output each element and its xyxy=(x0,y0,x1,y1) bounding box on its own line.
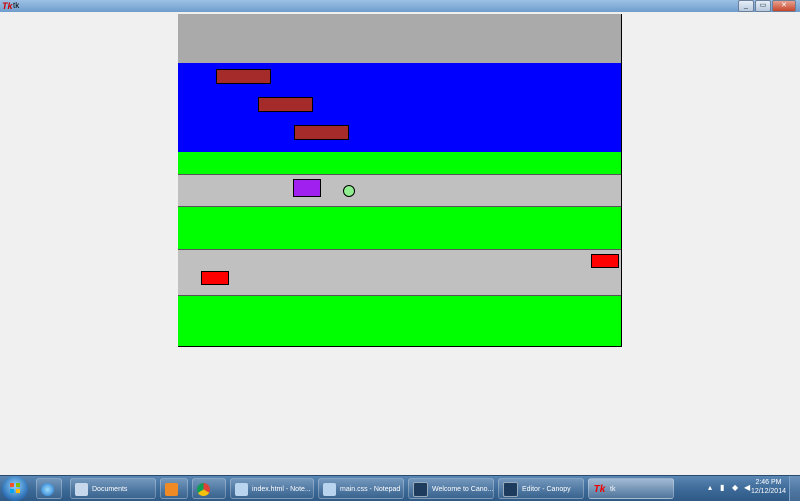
notepad-icon xyxy=(323,482,336,496)
red-car-2 xyxy=(201,271,229,285)
log-1 xyxy=(216,69,271,84)
canopy-icon xyxy=(413,481,428,497)
network-icon[interactable]: ▮ xyxy=(720,484,728,492)
taskbar: Documents index.html - Note... main.css … xyxy=(0,475,800,501)
taskbar-item-documents[interactable]: Documents xyxy=(70,478,156,499)
windows-flag-icon xyxy=(10,483,20,493)
taskbar-item-chrome[interactable] xyxy=(192,478,226,499)
security-icon[interactable]: ◆ xyxy=(732,484,740,492)
close-button[interactable]: ✕ xyxy=(772,0,796,12)
clock-time: 2:46 PM xyxy=(755,479,782,486)
window-titlebar: Tk tk _ ▭ ✕ xyxy=(0,0,800,12)
taskbar-item-tk[interactable]: Tk tk xyxy=(588,478,674,499)
game-canvas[interactable] xyxy=(178,14,622,347)
purple-car xyxy=(293,179,321,197)
show-desktop-button[interactable] xyxy=(789,476,800,501)
player-frog xyxy=(343,185,355,197)
tk-app-icon: Tk xyxy=(2,1,13,11)
media-player-icon xyxy=(165,482,178,496)
road-lane-2 xyxy=(178,249,621,296)
road-lane-1 xyxy=(178,174,621,207)
log-2 xyxy=(258,97,313,112)
tray-arrow-icon[interactable]: ▴ xyxy=(708,484,716,492)
safe-strip-1 xyxy=(178,152,621,174)
notepad-icon xyxy=(235,482,248,496)
ie-pin[interactable] xyxy=(36,478,62,499)
minimize-button[interactable]: _ xyxy=(738,0,754,12)
documents-icon xyxy=(75,482,88,496)
top-bank xyxy=(178,14,621,63)
safe-strip-2 xyxy=(178,207,621,249)
internet-explorer-icon xyxy=(41,482,54,496)
chrome-icon xyxy=(197,482,210,496)
red-car-1 xyxy=(591,254,619,268)
clock-date: 12/12/2014 xyxy=(750,488,786,495)
system-tray: ▴ ▮ ◆ ◀ 2:46 PM 12/12/2014 xyxy=(704,476,800,501)
taskbar-clock[interactable]: 2:46 PM 12/12/2014 xyxy=(751,478,786,496)
taskbar-item-index-notepad[interactable]: index.html - Note... xyxy=(230,478,314,499)
start-button[interactable] xyxy=(2,476,28,501)
taskbar-item-media-player[interactable] xyxy=(160,478,188,499)
window-controls: _ ▭ ✕ xyxy=(738,0,796,12)
taskbar-item-editor-canopy[interactable]: Editor - Canopy xyxy=(498,478,584,499)
window-title: tk xyxy=(13,1,20,10)
log-3 xyxy=(294,125,349,140)
canopy-icon xyxy=(503,481,518,497)
maximize-button[interactable]: ▭ xyxy=(755,0,771,12)
start-grass xyxy=(178,296,621,346)
tk-icon: Tk xyxy=(593,483,606,495)
taskbar-item-welcome-canopy[interactable]: Welcome to Cano... xyxy=(408,478,494,499)
taskbar-item-main-css-notepad[interactable]: main.css - Notepad xyxy=(318,478,404,499)
